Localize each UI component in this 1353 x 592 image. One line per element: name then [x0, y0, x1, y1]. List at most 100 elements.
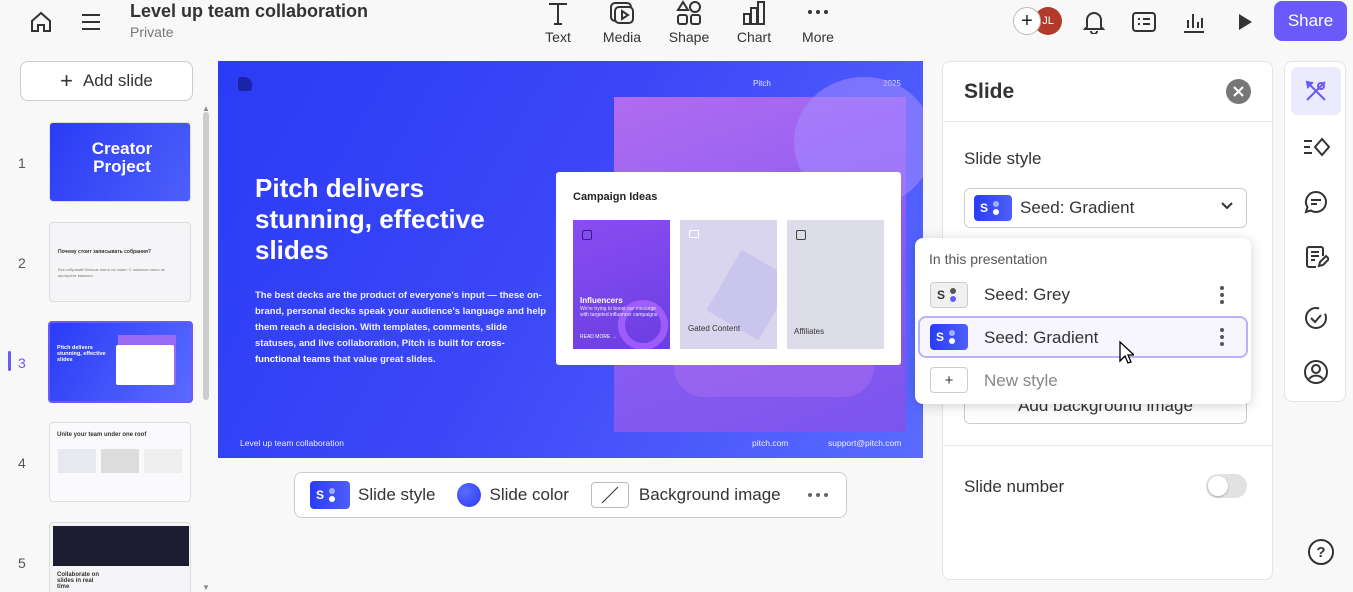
gift-icon: [582, 230, 592, 240]
option-menu-icon[interactable]: [1220, 286, 1224, 304]
home-icon[interactable]: [27, 8, 55, 36]
tool-shape[interactable]: Shape: [657, 0, 721, 46]
comments-icon[interactable]: [1291, 178, 1341, 226]
notes-icon[interactable]: [1291, 233, 1341, 281]
slide-thumbnail-body: Без собраний больше никто не знает. С за…: [58, 267, 166, 278]
dropdown-section-label: In this presentation: [929, 251, 1048, 267]
thumbnail-card: [116, 345, 174, 385]
profile-icon[interactable]: [1291, 348, 1341, 396]
chart-icon: [741, 0, 767, 26]
slide-thumbnail-3[interactable]: Pitch delivers stunning, effective slide…: [48, 321, 193, 403]
bell-icon[interactable]: [1080, 8, 1108, 36]
slide-heading[interactable]: Pitch delivers stunning, effective slide…: [255, 173, 525, 266]
slide-body[interactable]: The best decks are the product of everyo…: [255, 288, 547, 368]
slide-thumbnail-title: Creator Project: [91, 139, 153, 176]
style-option-seed-grey[interactable]: S Seed: Grey: [918, 275, 1248, 315]
slide-toolbar: S Slide style Slide color Background ima…: [294, 472, 847, 518]
tool-text[interactable]: Text: [526, 0, 590, 46]
slide-thumbnail-5[interactable]: Collaborate on slides in real time: [49, 522, 191, 592]
tool-chart[interactable]: Chart: [722, 0, 786, 46]
slide-style-heading: Slide style: [964, 149, 1042, 168]
new-style-label: New style: [984, 371, 1058, 390]
top-bar: Level up team collaboration Private Text…: [0, 0, 1353, 50]
close-icon[interactable]: [1226, 79, 1251, 104]
document-visibility[interactable]: Private: [130, 24, 174, 40]
style-badge-icon: S: [930, 282, 968, 308]
slide-number-label: Slide number: [964, 477, 1065, 496]
share-button[interactable]: Share: [1274, 1, 1347, 41]
slide-footer-right: support@pitch.com: [828, 438, 902, 448]
slide-thumbnail-title: Unite your team under one roof: [57, 432, 147, 438]
slide-status-icon[interactable]: [1291, 123, 1341, 171]
tool-chart-label: Chart: [736, 29, 772, 45]
campaign-card[interactable]: Campaign Ideas Influencers We're trying …: [556, 172, 901, 365]
tool-text-label: Text: [545, 29, 571, 45]
slide-brand: Pitch: [753, 79, 771, 88]
slide-style-select[interactable]: S Seed: Gradient: [964, 188, 1247, 228]
review-check-icon[interactable]: [1291, 294, 1341, 342]
campaign-item-detail: We're trying to boost our message with t…: [580, 306, 658, 318]
scroll-down-icon[interactable]: ▼: [202, 583, 210, 592]
thumbnail-image: [144, 449, 182, 473]
slide-thumbnail-2[interactable]: Почему стоит записывать собрания? Без со…: [49, 222, 191, 302]
tool-more[interactable]: More: [786, 0, 850, 46]
slide-style-button[interactable]: S Slide style: [310, 481, 435, 509]
divider: [943, 445, 1272, 446]
more-options-icon[interactable]: [807, 492, 829, 498]
tool-media-label: Media: [602, 29, 642, 45]
thumbnail-image: [58, 449, 96, 473]
style-option-label: Seed: Gradient: [984, 328, 1099, 347]
style-badge-icon: S: [930, 324, 968, 350]
tool-more-label: More: [802, 29, 834, 45]
slide-number-2: 2: [18, 255, 26, 271]
background-image-label: Background image: [638, 485, 781, 504]
campaign-item-affiliates: Affiliates: [787, 220, 884, 349]
slide-number-3: 3: [18, 355, 26, 371]
divider: [943, 121, 1272, 122]
slide-footer-left: Level up team collaboration: [240, 438, 344, 448]
panel-title: Slide: [964, 80, 1015, 103]
campaign-card-title: Campaign Ideas: [573, 191, 658, 203]
style-option-seed-gradient[interactable]: S Seed: Gradient: [918, 316, 1248, 358]
style-badge-icon: S: [974, 195, 1012, 221]
toggle-knob: [1208, 476, 1228, 496]
right-rail: [1284, 61, 1346, 402]
slide-body-end: that value great slides.: [333, 354, 436, 365]
help-icon[interactable]: ?: [1308, 539, 1334, 565]
slide-thumbnail-1[interactable]: Creator Project: [49, 122, 191, 202]
play-icon[interactable]: [1231, 8, 1259, 36]
gift-icon: [796, 230, 806, 240]
add-slide-button[interactable]: + Add slide: [20, 61, 193, 101]
presenter-notes-icon[interactable]: [1129, 8, 1159, 36]
analytics-icon[interactable]: [1180, 8, 1208, 36]
tool-shape-label: Shape: [668, 29, 710, 45]
background-image-button[interactable]: Background image: [590, 482, 781, 508]
new-style-option[interactable]: + New style: [918, 361, 1248, 399]
campaign-item-title: Affiliates: [794, 327, 825, 336]
add-slide-label: Add slide: [82, 71, 153, 90]
mouse-cursor-icon: [1118, 340, 1134, 366]
slide-number-toggle[interactable]: [1206, 474, 1247, 498]
design-tool-icon[interactable]: [1291, 67, 1341, 115]
slide-style-label: Slide style: [358, 485, 436, 504]
campaign-item-link: READ MORE →: [580, 334, 617, 340]
shape-icon: [676, 0, 702, 26]
document-title[interactable]: Level up team collaboration: [130, 1, 368, 22]
option-menu-icon[interactable]: [1220, 328, 1224, 346]
pitch-logo: [238, 77, 252, 91]
campaign-item-gated-content: Gated Content: [680, 220, 777, 349]
invite-icon[interactable]: +: [1013, 7, 1041, 35]
image-placeholder-icon: [590, 482, 629, 508]
sidebar-scrollbar[interactable]: [203, 112, 209, 400]
menu-icon[interactable]: [78, 8, 104, 36]
campaign-item-influencers: Influencers We're trying to boost our me…: [573, 220, 670, 349]
color-swatch-icon: [457, 483, 482, 507]
chevron-down-icon: [1220, 201, 1234, 211]
slide-color-button[interactable]: Slide color: [457, 483, 569, 507]
slide-number-1: 1: [18, 155, 26, 171]
scroll-up-icon[interactable]: ▲: [202, 104, 210, 113]
slide-canvas[interactable]: Pitch 2025 Pitch delivers stunning, effe…: [218, 61, 923, 458]
slide-thumbnail-4[interactable]: Unite your team under one roof: [49, 422, 191, 502]
tool-media[interactable]: Media: [590, 0, 654, 46]
plus-icon: +: [60, 68, 73, 93]
